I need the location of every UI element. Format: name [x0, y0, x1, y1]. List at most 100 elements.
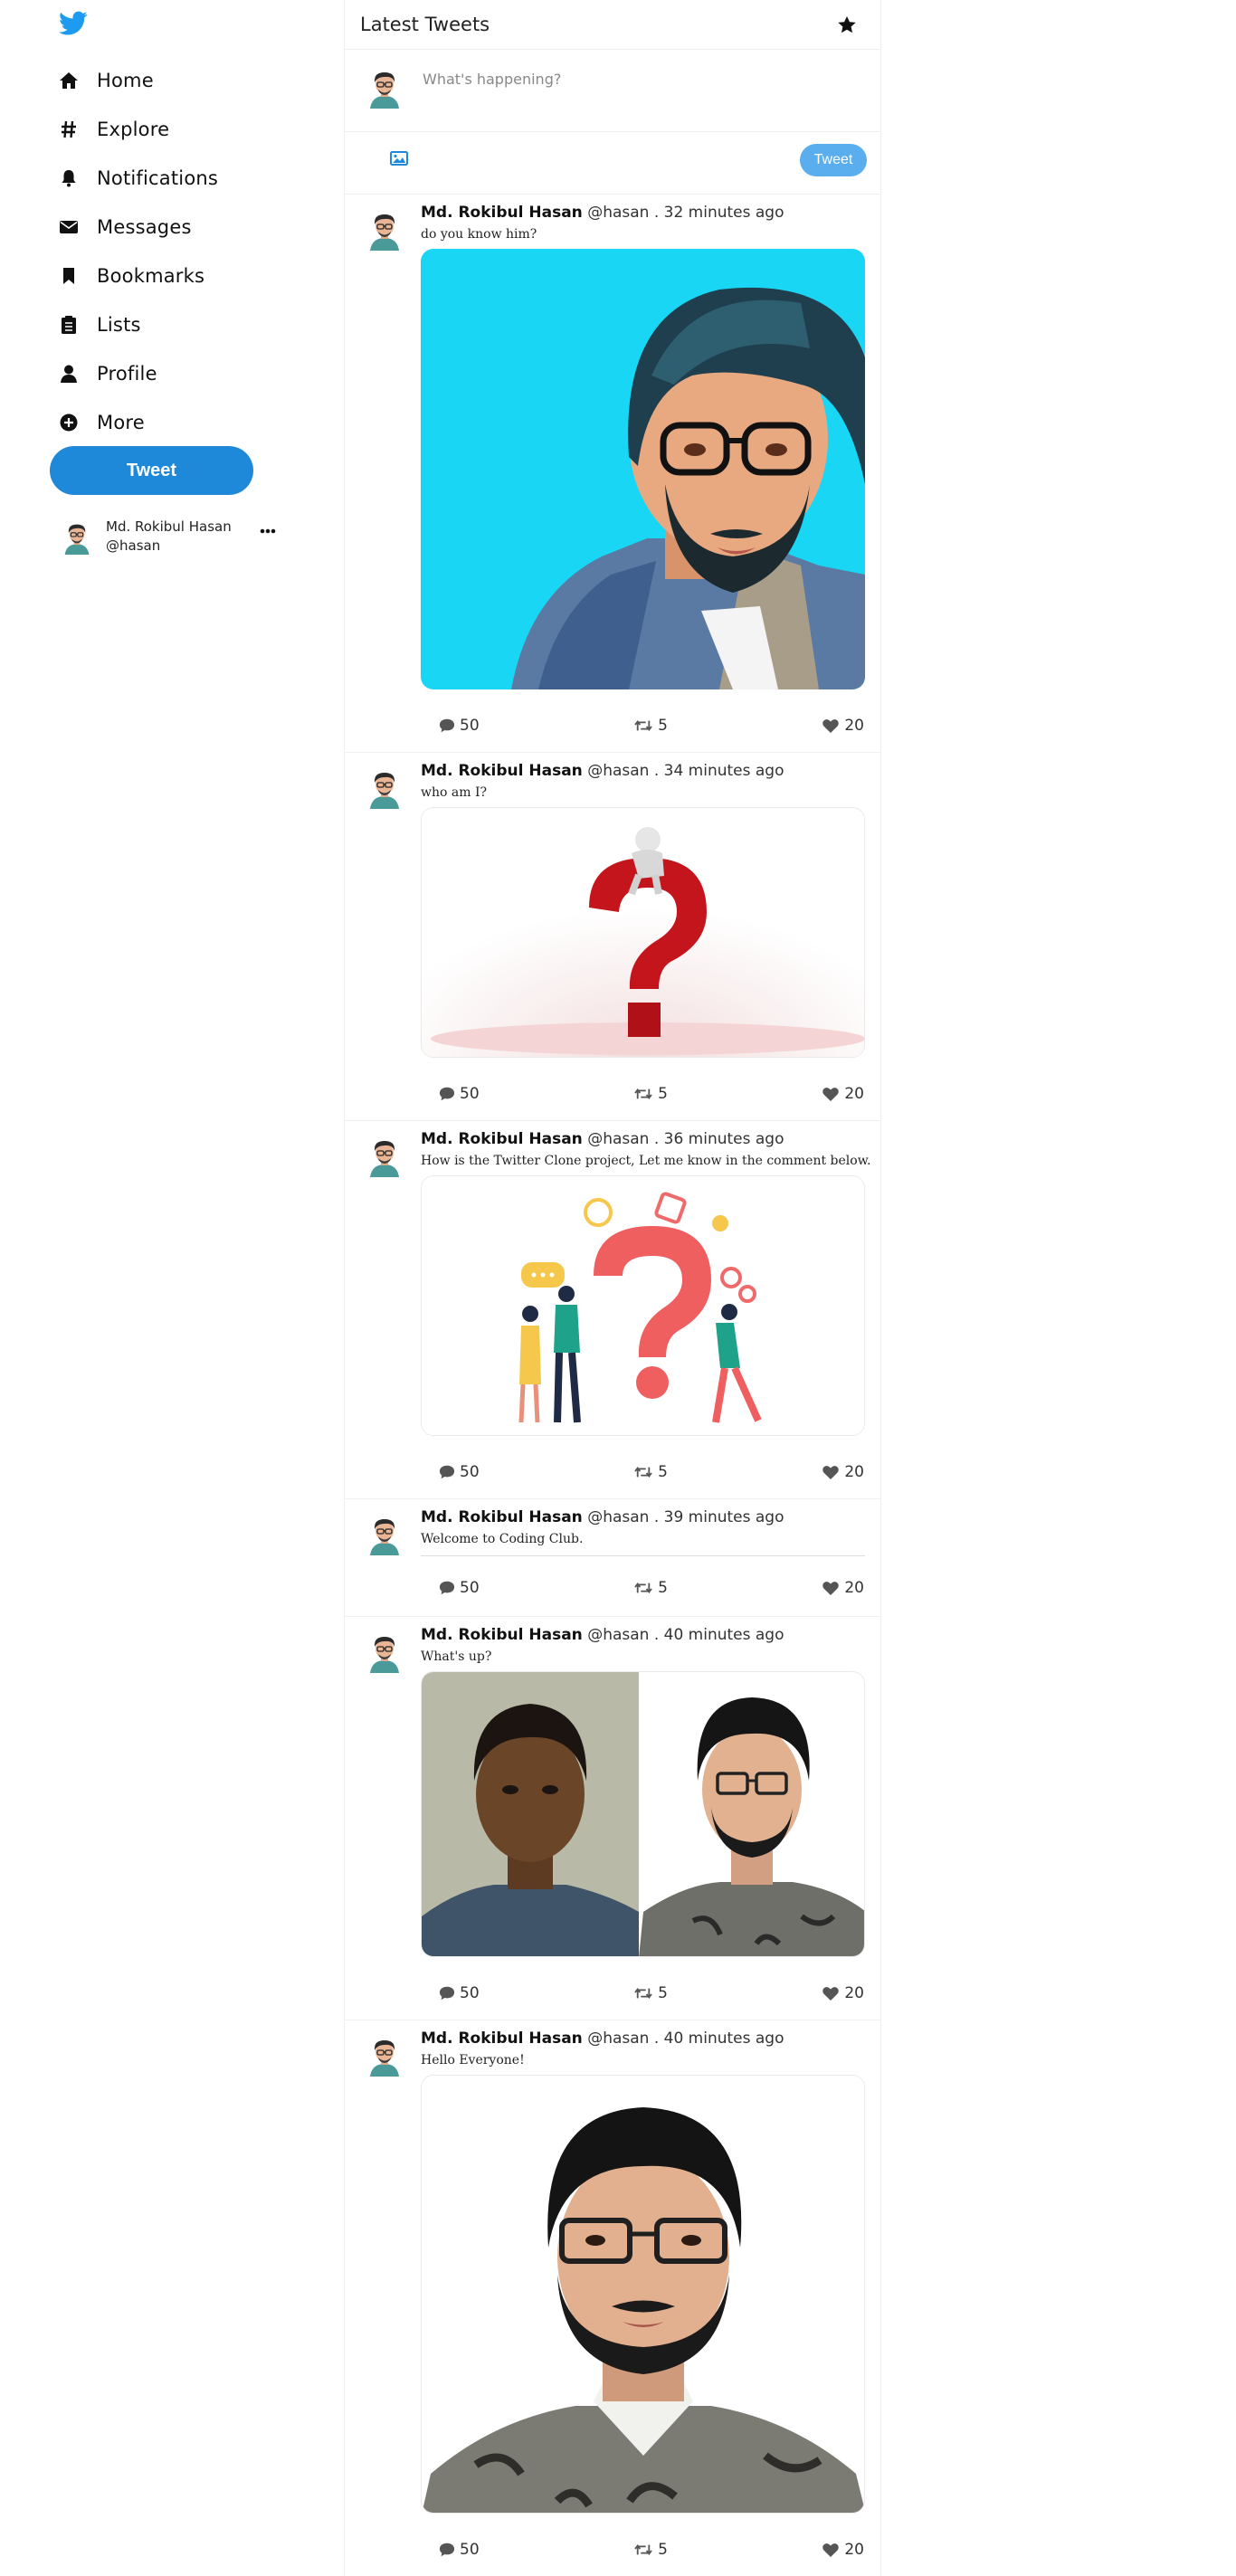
sidebar-tweet-button[interactable]: Tweet — [50, 446, 253, 495]
image-icon[interactable] — [390, 151, 408, 166]
comment-count: 50 — [460, 2541, 480, 2559]
avatar — [363, 207, 406, 251]
like-count: 20 — [844, 1463, 864, 1481]
feed-header: Latest Tweets — [345, 0, 880, 50]
like-count: 20 — [844, 1579, 864, 1597]
retweet-icon — [633, 1580, 653, 1596]
tweet-image-two-photos[interactable] — [421, 1671, 865, 1957]
heart-icon — [822, 1581, 840, 1596]
tweet-divider — [421, 1555, 865, 1556]
more-dots-icon[interactable] — [260, 528, 276, 534]
star-icon[interactable] — [837, 15, 857, 34]
comment-button[interactable]: 50 — [439, 1984, 480, 2002]
retweet-icon — [633, 718, 653, 734]
avatar — [363, 1630, 406, 1673]
nav-item-lists[interactable]: Lists — [50, 300, 321, 349]
nav-label: Notifications — [97, 167, 219, 189]
like-count: 20 — [844, 2541, 864, 2559]
like-button[interactable]: 20 — [822, 2541, 864, 2559]
comment-count: 50 — [460, 1984, 480, 2002]
user-icon — [59, 364, 79, 384]
tweet-meta: @hasan . 39 minutes ago — [587, 1508, 784, 1526]
heart-icon — [822, 1087, 840, 1102]
tweet[interactable]: Md. Rokibul Hasan @hasan . 34 minutes ag… — [345, 753, 880, 1121]
account-switcher[interactable]: Md. Rokibul Hasan @hasan — [59, 514, 280, 559]
comment-button[interactable]: 50 — [439, 2541, 480, 2559]
retweet-button[interactable]: 5 — [633, 717, 668, 735]
retweet-button[interactable]: 5 — [633, 1463, 668, 1481]
tweet-actions: 50 5 20 — [439, 717, 864, 735]
twitter-logo-icon[interactable] — [59, 11, 88, 36]
tweet[interactable]: Md. Rokibul Hasan @hasan . 36 minutes ag… — [345, 1121, 880, 1499]
tweet-actions: 50 5 20 — [439, 2541, 864, 2559]
account-name: Md. Rokibul Hasan — [106, 518, 232, 535]
nav-label: Home — [97, 70, 154, 91]
nav-label: More — [97, 412, 145, 433]
tweet-image-cartoon-portrait[interactable] — [421, 249, 865, 689]
app: Home Explore Notifications Messages Book… — [0, 0, 1236, 2576]
like-button[interactable]: 20 — [822, 1579, 864, 1597]
nav-item-profile[interactable]: Profile — [50, 349, 321, 398]
tweet-text: Hello Everyone! — [421, 2053, 525, 2067]
nav-label: Profile — [97, 363, 157, 385]
bookmark-icon — [59, 266, 79, 286]
tweet-actions: 50 5 20 — [439, 1463, 864, 1481]
tweet-meta: @hasan . 40 minutes ago — [587, 2029, 784, 2048]
compose-tweet-button[interactable]: Tweet — [800, 144, 867, 176]
comment-button[interactable]: 50 — [439, 717, 480, 735]
retweet-button[interactable]: 5 — [633, 1984, 668, 2002]
retweet-count: 5 — [658, 2541, 668, 2559]
heart-icon — [822, 718, 840, 734]
like-count: 20 — [844, 717, 864, 735]
tweet-text: What's up? — [421, 1649, 492, 1664]
tweet-text: who am I? — [421, 785, 487, 800]
bell-icon — [59, 168, 79, 188]
comment-icon — [439, 1086, 455, 1102]
tweet-author: Md. Rokibul Hasan — [421, 1508, 583, 1526]
tweet[interactable]: Md. Rokibul Hasan @hasan . 32 minutes ag… — [345, 195, 880, 753]
composer-divider — [345, 131, 880, 132]
like-button[interactable]: 20 — [822, 1984, 864, 2002]
retweet-icon — [633, 2542, 653, 2558]
like-button[interactable]: 20 — [822, 1463, 864, 1481]
retweet-button[interactable]: 5 — [633, 2541, 668, 2559]
nav-item-explore[interactable]: Explore — [50, 105, 321, 154]
tweet[interactable]: Md. Rokibul Hasan @hasan . 40 minutes ag… — [345, 2020, 880, 2576]
retweet-button[interactable]: 5 — [633, 1085, 668, 1103]
nav-item-home[interactable]: Home — [50, 56, 321, 105]
tweet-image-people-question[interactable] — [421, 1175, 865, 1436]
tweet-image-portrait-photo[interactable] — [421, 2075, 865, 2514]
tweet-header: Md. Rokibul Hasan @hasan . 40 minutes ag… — [421, 2029, 784, 2048]
retweet-count: 5 — [658, 1984, 668, 2002]
retweet-count: 5 — [658, 717, 668, 735]
comment-count: 50 — [460, 1085, 480, 1103]
like-button[interactable]: 20 — [822, 1085, 864, 1103]
nav-item-bookmarks[interactable]: Bookmarks — [50, 252, 321, 300]
heart-icon — [822, 1465, 840, 1480]
comment-button[interactable]: 50 — [439, 1085, 480, 1103]
tweet-image-question-mark[interactable] — [421, 807, 865, 1058]
like-count: 20 — [844, 1984, 864, 2002]
account-handle: @hasan — [106, 537, 161, 554]
tweet-actions: 50 5 20 — [439, 1984, 864, 2002]
hashtag-icon — [59, 119, 79, 139]
tweet-header: Md. Rokibul Hasan @hasan . 40 minutes ag… — [421, 1626, 784, 1644]
nav-item-messages[interactable]: Messages — [50, 203, 321, 252]
nav-item-notifications[interactable]: Notifications — [50, 154, 321, 203]
comment-button[interactable]: 50 — [439, 1579, 480, 1597]
avatar — [363, 1134, 406, 1177]
page-title: Latest Tweets — [360, 14, 490, 35]
comment-count: 50 — [460, 1579, 480, 1597]
nav-item-more[interactable]: More — [50, 398, 321, 447]
like-button[interactable]: 20 — [822, 717, 864, 735]
compose-input[interactable] — [423, 68, 803, 90]
retweet-button[interactable]: 5 — [633, 1579, 668, 1597]
tweet[interactable]: Md. Rokibul Hasan @hasan . 40 minutes ag… — [345, 1617, 880, 2020]
tweet-header: Md. Rokibul Hasan @hasan . 36 minutes ag… — [421, 1130, 784, 1148]
comment-button[interactable]: 50 — [439, 1463, 480, 1481]
retweet-count: 5 — [658, 1463, 668, 1481]
tweet-header: Md. Rokibul Hasan @hasan . 34 minutes ag… — [421, 762, 784, 780]
retweet-count: 5 — [658, 1085, 668, 1103]
avatar — [59, 518, 95, 555]
tweet[interactable]: Md. Rokibul Hasan @hasan . 39 minutes ag… — [345, 1499, 880, 1617]
